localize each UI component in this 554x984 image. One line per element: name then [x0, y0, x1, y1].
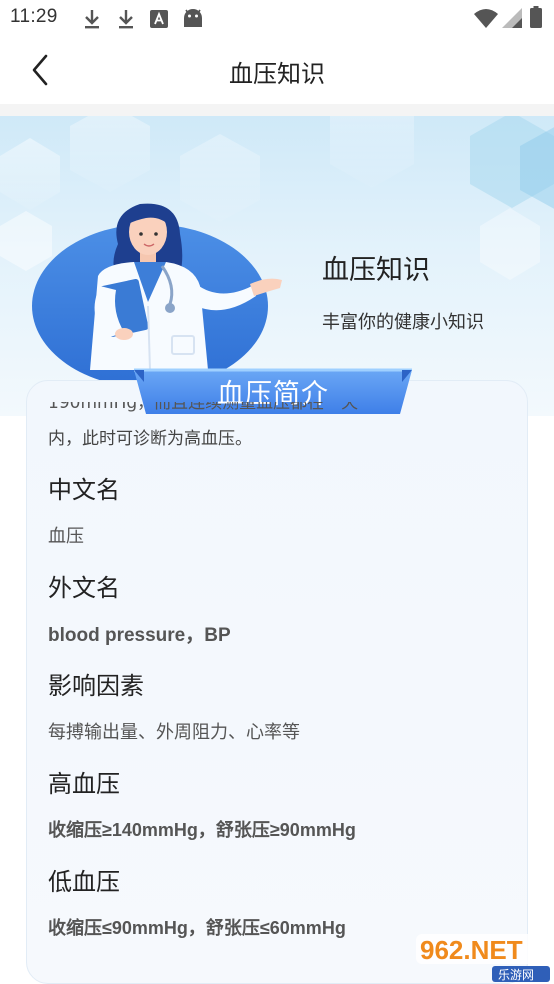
android-icon	[184, 9, 202, 27]
section-label-hypotension: 低血压	[48, 868, 120, 896]
status-bar: 11:29	[0, 0, 554, 36]
app-header: 血压知识	[0, 36, 554, 104]
section-value-hypertension: 收缩压≥140mmHg，舒张压≥90mmHg	[48, 820, 356, 840]
wifi-icon	[474, 9, 498, 28]
status-time: 11:29	[10, 6, 58, 27]
signal-icon	[502, 8, 522, 28]
download-icon	[119, 10, 133, 29]
section-label-chinese-name: 中文名	[48, 476, 120, 504]
hero-title: 血压知识	[322, 255, 430, 286]
watermark-logo: 962.NET 乐游网	[416, 934, 550, 982]
section-value-hypotension: 收缩压≤90mmHg，舒张压≤60mmHg	[48, 918, 346, 938]
font-app-icon	[150, 10, 168, 28]
section-label-foreign-name: 外文名	[48, 574, 120, 602]
watermark-logo-text: 962.NET	[420, 935, 523, 965]
intro-text: 内，此时可诊断为高血压。	[48, 429, 252, 449]
clipped-intro-line: 190mmHg，而且连续测量血压都在一天	[48, 402, 358, 418]
download-icon	[85, 10, 99, 29]
clipped-intro-text: 190mmHg，而且连续测量血压都在一天	[48, 402, 359, 413]
page-title: 血压知识	[229, 60, 325, 88]
section-value-foreign-name: blood pressure，BP	[48, 625, 231, 646]
header-divider	[0, 104, 554, 116]
section-label-factors: 影响因素	[48, 672, 144, 700]
battery-icon	[530, 6, 542, 28]
section-label-hypertension: 高血压	[48, 770, 120, 798]
hero-subtitle: 丰富你的健康小知识	[322, 312, 484, 333]
section-value-factors: 每搏输出量、外周阻力、心率等	[48, 722, 300, 743]
watermark-caption: 乐游网	[498, 968, 534, 982]
section-value-chinese-name: 血压	[48, 526, 84, 547]
